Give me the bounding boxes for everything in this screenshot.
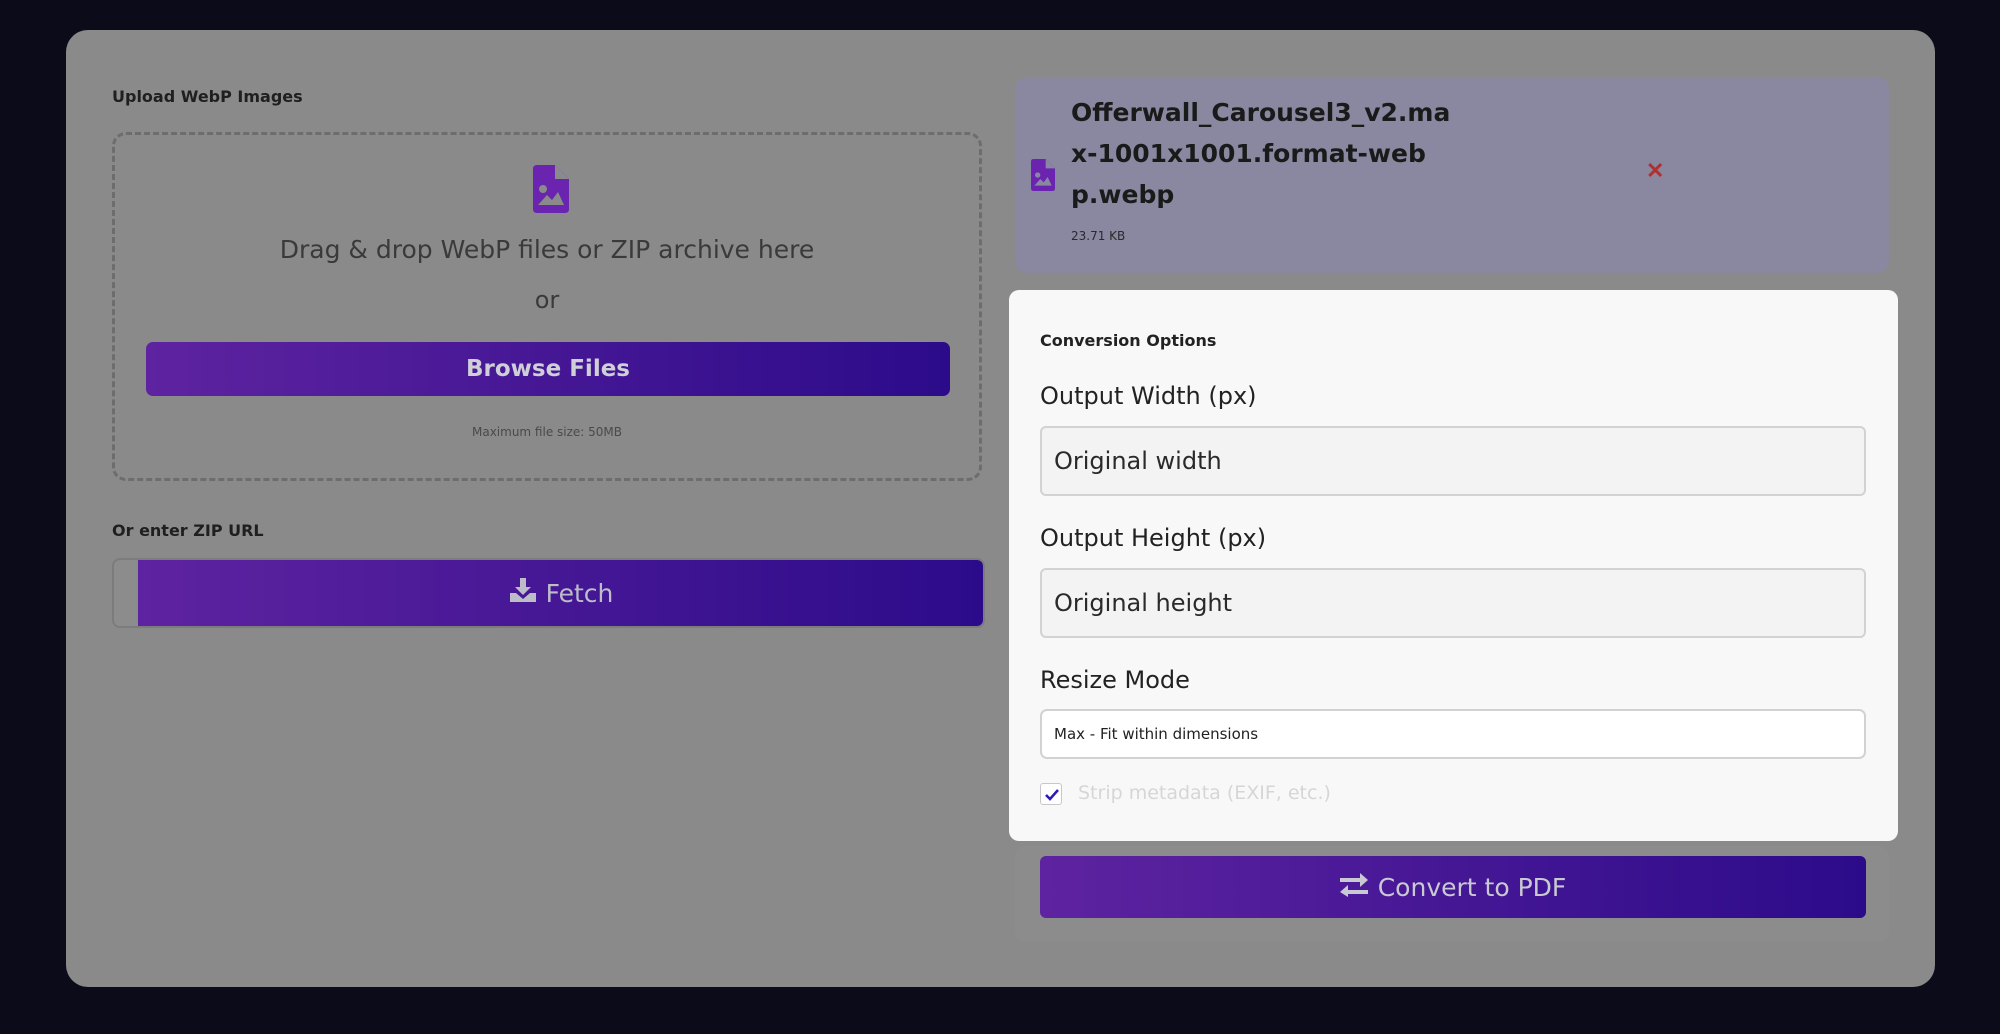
convert-panel: Convert to PDF (1015, 846, 1889, 942)
resize-mode-select[interactable]: Max - Fit within dimensions (1040, 709, 1866, 759)
file-list-item: Offerwall_Carousel3_v2.max-1001x1001.for… (1015, 77, 1889, 273)
strip-metadata-checkbox[interactable] (1040, 783, 1062, 805)
browse-files-button[interactable]: Browse Files (146, 342, 950, 396)
convert-label: Convert to PDF (1377, 872, 1567, 902)
fetch-label: Fetch (545, 578, 614, 608)
output-height-input[interactable]: Original height (1040, 568, 1866, 638)
strip-metadata-label: Strip metadata (EXIF, etc.) (1078, 782, 1331, 804)
fetch-button[interactable]: Fetch (138, 560, 983, 626)
zip-url-label: Or enter ZIP URL (112, 521, 264, 540)
upload-label: Upload WebP Images (112, 87, 303, 106)
file-image-icon (533, 165, 569, 217)
file-name: Offerwall_Carousel3_v2.max-1001x1001.for… (1071, 98, 1451, 209)
output-width-input[interactable]: Original width (1040, 426, 1866, 496)
or-separator: or (534, 286, 560, 314)
close-icon[interactable]: ✕ (1640, 157, 1670, 185)
drop-instructions: Drag & drop WebP files or ZIP archive he… (279, 235, 815, 264)
zip-url-row: Fetch (112, 558, 985, 628)
resize-mode-label: Resize Mode (1040, 666, 1190, 694)
download-icon (509, 578, 536, 608)
output-width-label: Output Width (px) (1040, 382, 1257, 410)
exchange-icon (1339, 871, 1368, 903)
convert-to-pdf-button[interactable]: Convert to PDF (1040, 856, 1866, 918)
conversion-options-panel: Conversion Options Output Width (px) Ori… (1009, 290, 1898, 841)
file-image-icon (1031, 159, 1055, 195)
check-icon (1045, 789, 1059, 801)
dropzone[interactable]: Drag & drop WebP files or ZIP archive he… (112, 132, 982, 481)
max-file-size-note: Maximum file size: 50MB (471, 425, 622, 439)
output-height-label: Output Height (px) (1040, 524, 1267, 552)
file-size: 23.71 KB (1071, 229, 1126, 243)
options-title: Conversion Options (1040, 331, 1217, 350)
